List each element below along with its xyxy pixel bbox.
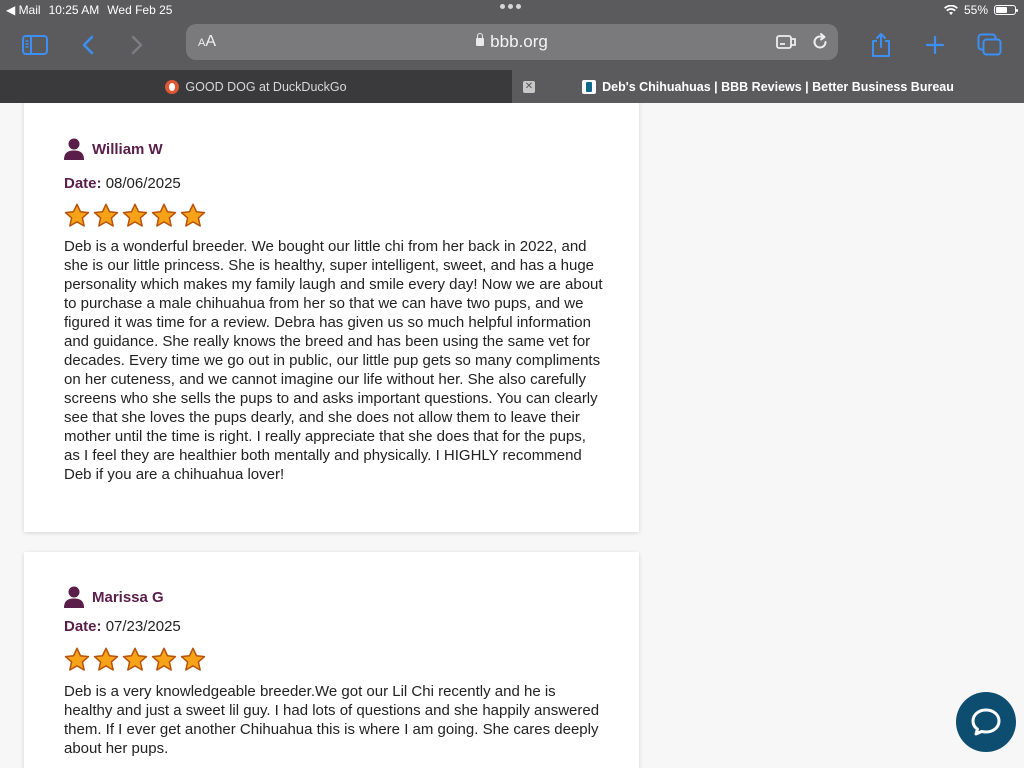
star-rating bbox=[64, 203, 206, 228]
tab-overview-button[interactable] bbox=[975, 30, 1005, 60]
user-icon bbox=[64, 586, 84, 608]
reviewer-name: Marissa G bbox=[92, 588, 164, 606]
back-button[interactable] bbox=[73, 30, 103, 60]
status-date: Wed Feb 25 bbox=[107, 3, 173, 17]
star-icon bbox=[151, 647, 177, 671]
reload-icon[interactable] bbox=[810, 32, 830, 52]
review-date: Date: 07/23/2025 bbox=[64, 618, 181, 635]
reviewer: Marissa G bbox=[64, 586, 164, 608]
reviewer: William W bbox=[64, 138, 163, 160]
sidebar-button[interactable] bbox=[20, 30, 50, 60]
status-bar: ◀ Mail 10:25 AM Wed Feb 25 55% bbox=[0, 0, 1024, 20]
battery-percent: 55% bbox=[963, 3, 988, 17]
chevron-right-icon bbox=[131, 35, 143, 55]
tab-label: GOOD DOG at DuckDuckGo bbox=[185, 79, 347, 94]
status-time: 10:25 AM bbox=[48, 3, 100, 17]
sidebar-icon bbox=[22, 35, 48, 55]
star-icon bbox=[64, 203, 90, 227]
star-rating bbox=[64, 647, 206, 672]
star-icon bbox=[151, 203, 177, 227]
date-value: 07/23/2025 bbox=[105, 618, 181, 635]
forward-button[interactable] bbox=[122, 30, 152, 60]
chat-button[interactable] bbox=[956, 692, 1016, 752]
star-icon bbox=[180, 203, 206, 227]
reviewer-name: William W bbox=[92, 140, 163, 158]
star-icon bbox=[93, 647, 119, 671]
close-icon[interactable]: ✕ bbox=[523, 81, 535, 93]
star-icon bbox=[122, 203, 148, 227]
review-text: Deb is a wonderful breeder. We bought ou… bbox=[64, 238, 603, 483]
chevron-left-icon bbox=[82, 35, 94, 55]
share-button[interactable] bbox=[866, 30, 896, 60]
plus-icon bbox=[925, 35, 945, 55]
star-icon bbox=[180, 647, 206, 671]
url-domain-text: bbb.org bbox=[490, 32, 548, 51]
battery-icon bbox=[994, 5, 1018, 15]
tab-bbb-reviews[interactable]: ✕ Deb's Chihuahuas | BBB Reviews | Bette… bbox=[512, 70, 1024, 103]
star-icon bbox=[122, 647, 148, 671]
tab-duckduckgo[interactable]: GOOD DOG at DuckDuckGo bbox=[0, 70, 512, 103]
review-date: Date: 08/06/2025 bbox=[64, 175, 181, 192]
browser-toolbar: AA bbb.org bbox=[0, 20, 1024, 70]
date-label: Date: bbox=[64, 618, 102, 635]
tab-bar: GOOD DOG at DuckDuckGo ✕ Deb's Chihuahua… bbox=[0, 70, 1024, 103]
multitasking-dots[interactable] bbox=[500, 4, 524, 14]
star-icon bbox=[93, 203, 119, 227]
share-icon bbox=[872, 33, 890, 57]
url-display[interactable]: bbb.org bbox=[186, 32, 838, 52]
review-card: Marissa G Date: 07/23/2025 Deb is a very… bbox=[24, 552, 639, 768]
status-bar-left: ◀ Mail 10:25 AM Wed Feb 25 bbox=[6, 3, 172, 17]
date-value: 08/06/2025 bbox=[105, 175, 181, 192]
back-app-label: Mail bbox=[18, 3, 41, 17]
status-bar-right: 55% bbox=[943, 3, 1018, 17]
bbb-icon bbox=[582, 79, 597, 94]
star-icon bbox=[64, 647, 90, 671]
duckduckgo-icon bbox=[165, 79, 180, 94]
chat-icon bbox=[971, 708, 1001, 736]
tabs-overview-icon bbox=[977, 33, 1002, 56]
new-tab-button[interactable] bbox=[920, 30, 950, 60]
date-label: Date: bbox=[64, 175, 102, 192]
back-to-app-link[interactable]: ◀ Mail bbox=[6, 3, 41, 17]
lock-icon bbox=[476, 33, 485, 46]
user-icon bbox=[64, 138, 84, 160]
page-content[interactable]: William W Date: 08/06/2025 Deb is a wond… bbox=[0, 103, 1024, 768]
review-text: Deb is a very knowledgeable breeder.We g… bbox=[64, 683, 600, 757]
wifi-icon bbox=[943, 4, 958, 15]
tab-label: Deb's Chihuahuas | BBB Reviews | Better … bbox=[602, 79, 954, 94]
address-bar[interactable]: AA bbb.org bbox=[186, 24, 838, 60]
reader-extension-icon[interactable] bbox=[776, 33, 798, 51]
review-card: William W Date: 08/06/2025 Deb is a wond… bbox=[24, 103, 639, 532]
